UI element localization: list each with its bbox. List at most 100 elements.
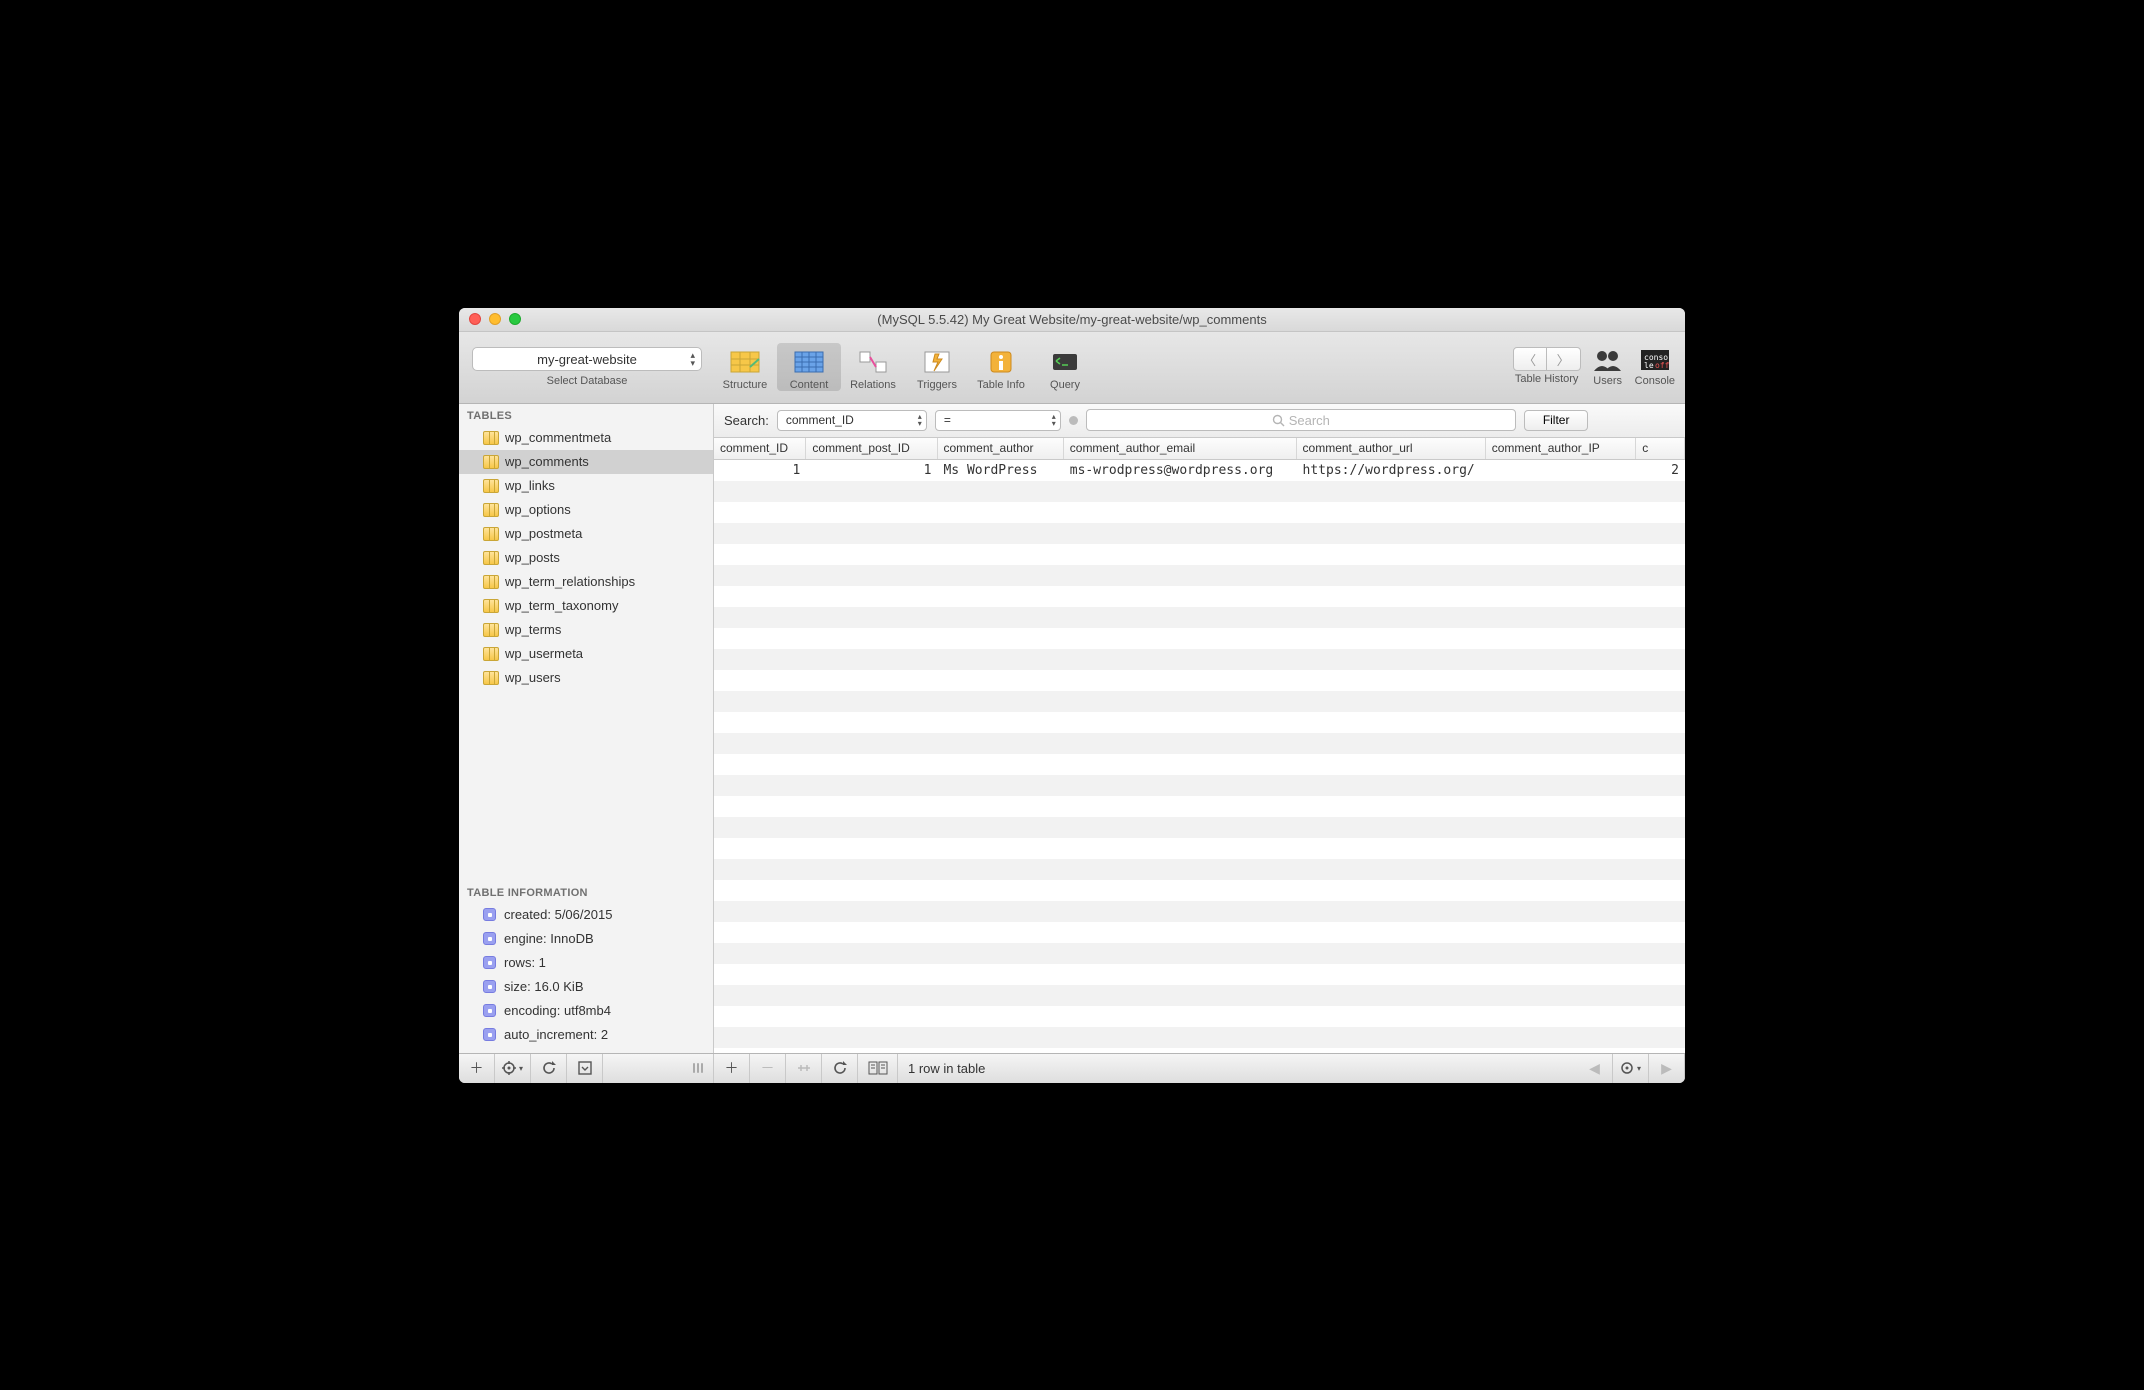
database-selector-label: Select Database <box>547 375 628 387</box>
table-row[interactable] <box>714 586 1685 607</box>
table-row[interactable] <box>714 1027 1685 1048</box>
cell[interactable]: 1 <box>806 463 937 478</box>
cell[interactable]: Ms WordPress <box>937 463 1063 478</box>
duplicate-row-button[interactable] <box>786 1054 822 1083</box>
data-grid[interactable]: comment_ID comment_post_ID comment_autho… <box>714 438 1685 1053</box>
tab-label: Structure <box>723 379 768 391</box>
cell[interactable]: https://wordpress.org/ <box>1297 463 1486 478</box>
table-row[interactable] <box>714 964 1685 985</box>
column-header[interactable]: comment_author_IP <box>1486 438 1636 459</box>
sidebar-table-item[interactable]: wp_term_taxonomy <box>459 594 713 618</box>
prev-page-button[interactable]: ◀ <box>1577 1054 1613 1083</box>
close-window-button[interactable] <box>469 313 481 325</box>
tab-structure[interactable]: Structure <box>713 343 777 391</box>
table-row[interactable] <box>714 922 1685 943</box>
add-row-button[interactable]: ＋ <box>714 1054 750 1083</box>
minimize-window-button[interactable] <box>489 313 501 325</box>
table-row[interactable] <box>714 712 1685 733</box>
sidebar-table-item[interactable]: wp_terms <box>459 618 713 642</box>
sidebar-table-item[interactable]: wp_posts <box>459 546 713 570</box>
tab-query[interactable]: Query <box>1033 343 1097 391</box>
refresh-tables-button[interactable] <box>531 1054 567 1083</box>
table-row[interactable] <box>714 607 1685 628</box>
cell[interactable]: 1 <box>714 463 806 478</box>
table-icon <box>483 431 499 445</box>
table-row[interactable] <box>714 901 1685 922</box>
filter-button[interactable]: Filter <box>1524 410 1589 431</box>
table-row[interactable] <box>714 649 1685 670</box>
column-header[interactable]: comment_author <box>938 438 1064 459</box>
tab-content[interactable]: Content <box>777 343 841 391</box>
search-column-value: comment_ID <box>786 413 854 427</box>
column-header[interactable]: c <box>1636 438 1685 459</box>
table-row[interactable] <box>714 481 1685 502</box>
table-row[interactable] <box>714 775 1685 796</box>
tab-triggers[interactable]: Triggers <box>905 343 969 391</box>
search-operator-selector[interactable]: = ▴▾ <box>935 410 1061 431</box>
table-row[interactable]: 11Ms WordPressms-wrodpress@wordpress.org… <box>714 460 1685 481</box>
table-actions-button[interactable]: ▾ <box>495 1054 531 1083</box>
table-row[interactable] <box>714 943 1685 964</box>
tab-table-info[interactable]: Table Info <box>969 343 1033 391</box>
pagination-settings-button[interactable] <box>858 1054 898 1083</box>
info-text: encoding: utf8mb4 <box>504 1003 611 1018</box>
toggle-info-button[interactable] <box>567 1054 603 1083</box>
cell[interactable]: ms-wrodpress@wordpress.org <box>1064 463 1297 478</box>
zoom-window-button[interactable] <box>509 313 521 325</box>
table-row[interactable] <box>714 544 1685 565</box>
remove-row-button[interactable]: － <box>750 1054 786 1083</box>
tab-relations[interactable]: Relations <box>841 343 905 391</box>
search-column-selector[interactable]: comment_ID ▴▾ <box>777 410 927 431</box>
table-history-label: Table History <box>1515 373 1579 385</box>
refresh-rows-button[interactable] <box>822 1054 858 1083</box>
table-row[interactable] <box>714 670 1685 691</box>
users-icon[interactable] <box>1591 347 1625 373</box>
history-forward-button[interactable]: 〉 <box>1547 347 1581 371</box>
console-icon[interactable]: consoleoff <box>1638 347 1672 373</box>
cell[interactable]: 2 <box>1636 463 1685 478</box>
history-back-button[interactable]: 〈 <box>1513 347 1547 371</box>
table-row[interactable] <box>714 754 1685 775</box>
column-header[interactable]: comment_author_email <box>1064 438 1297 459</box>
table-name: wp_options <box>505 502 571 517</box>
sidebar-resize-handle[interactable] <box>693 1063 707 1073</box>
search-indicator-icon <box>1069 416 1078 425</box>
table-name: wp_postmeta <box>505 526 582 541</box>
sidebar-table-item[interactable]: wp_commentmeta <box>459 426 713 450</box>
info-text: auto_increment: 2 <box>504 1027 608 1042</box>
table-row[interactable] <box>714 628 1685 649</box>
table-row[interactable] <box>714 880 1685 901</box>
table-row[interactable] <box>714 838 1685 859</box>
relations-icon <box>856 347 890 377</box>
sidebar-table-item[interactable]: wp_postmeta <box>459 522 713 546</box>
app-window: (MySQL 5.5.42) My Great Website/my-great… <box>459 308 1685 1083</box>
table-row[interactable] <box>714 1006 1685 1027</box>
add-table-button[interactable]: ＋ <box>459 1054 495 1083</box>
table-row[interactable] <box>714 796 1685 817</box>
column-header[interactable]: comment_ID <box>714 438 806 459</box>
table-row[interactable] <box>714 733 1685 754</box>
search-operator-value: = <box>944 413 951 427</box>
sidebar-table-item[interactable]: wp_comments <box>459 450 713 474</box>
table-row[interactable] <box>714 691 1685 712</box>
next-page-button[interactable]: ▶ <box>1649 1054 1685 1083</box>
table-row[interactable] <box>714 985 1685 1006</box>
page-actions-button[interactable]: ▾ <box>1613 1054 1649 1083</box>
search-input[interactable]: Search <box>1086 409 1516 431</box>
table-row[interactable] <box>714 817 1685 838</box>
sidebar-table-item[interactable]: wp_options <box>459 498 713 522</box>
table-row[interactable] <box>714 523 1685 544</box>
search-bar: Search: comment_ID ▴▾ = ▴▾ Search Filter <box>714 404 1685 438</box>
column-header[interactable]: comment_post_ID <box>806 438 937 459</box>
table-row[interactable] <box>714 502 1685 523</box>
table-icon <box>483 527 499 541</box>
table-row[interactable] <box>714 859 1685 880</box>
sidebar-table-item[interactable]: wp_users <box>459 666 713 690</box>
table-name: wp_usermeta <box>505 646 583 661</box>
sidebar-table-item[interactable]: wp_usermeta <box>459 642 713 666</box>
sidebar-table-item[interactable]: wp_term_relationships <box>459 570 713 594</box>
sidebar-table-item[interactable]: wp_links <box>459 474 713 498</box>
database-selector[interactable]: my-great-website ▴▾ <box>472 347 702 371</box>
table-row[interactable] <box>714 565 1685 586</box>
column-header[interactable]: comment_author_url <box>1297 438 1486 459</box>
